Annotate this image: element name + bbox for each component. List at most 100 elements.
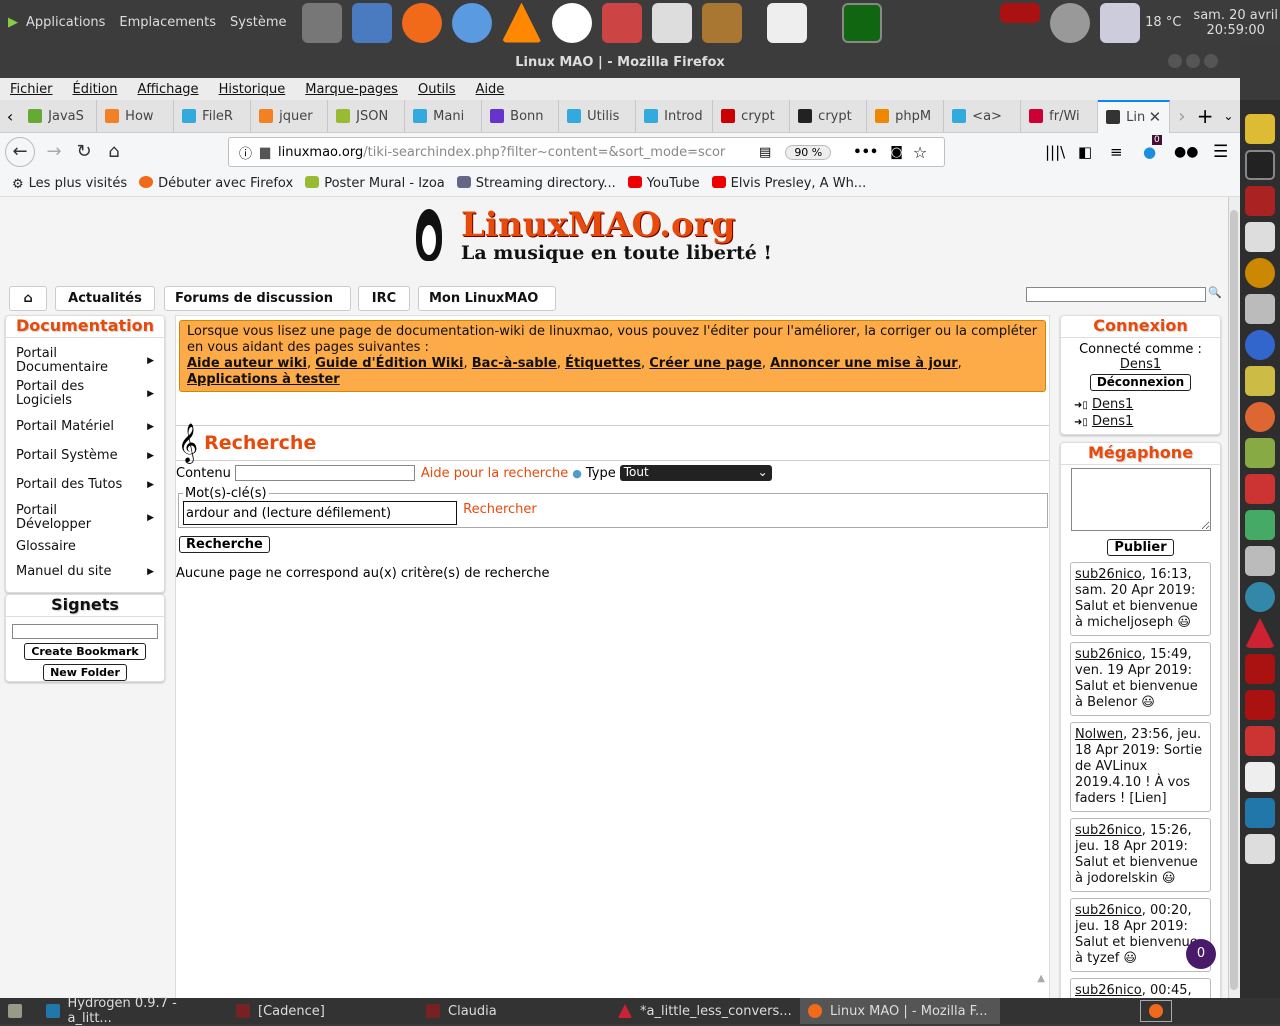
bookmark-elvis[interactable]: Elvis Presley, A Wh... [711,175,866,191]
tux-guitar-launcher-icon[interactable] [701,2,742,43]
bookmark-getting-started[interactable]: Débuter avec Firefox [139,175,293,191]
sidebar-item[interactable]: Portail Matériel ▶ [6,410,164,443]
audio-app-icon[interactable] [1245,330,1275,360]
task-cadence[interactable]: [Cadence] [228,998,418,1024]
notification-count-bubble[interactable]: 0 [1186,939,1216,969]
hamburger-menu-icon[interactable]: ☰ [1213,142,1228,162]
create-bookmark-button[interactable]: Create Bookmark [24,643,146,660]
library-icon[interactable]: |||\ [1045,143,1065,161]
package-launcher-icon[interactable] [601,2,642,43]
bookmark-poster-mural[interactable]: Poster Mural - Izoa [305,175,445,191]
bookmark-streaming[interactable]: Streaming directory... [456,175,616,191]
pocket-icon[interactable]: ◙ [890,145,903,160]
mixer-app-icon[interactable] [1245,510,1275,540]
hydrogen-app-icon[interactable] [1245,798,1275,828]
synth-app-icon[interactable] [1245,546,1275,576]
sidebar-item[interactable]: Manuel du site ▶ [6,559,164,584]
reader-view-icon[interactable]: ▤ [759,145,771,160]
nav-mon-linuxmao[interactable]: Mon LinuxMAO [418,286,556,311]
workspace-switcher[interactable] [1140,1000,1172,1022]
ghostery-icon[interactable]: ● 0 [1143,134,1162,161]
notice-link[interactable]: Aide auteur wiki [187,356,307,371]
guitar-app-icon[interactable] [1245,474,1275,504]
cadence-app-icon[interactable] [1245,654,1275,684]
recent-user-link[interactable]: Dens1 [1092,414,1133,429]
tab[interactable]: JavaS [20,99,98,133]
network-icon[interactable] [1100,2,1141,43]
panel-menu-applications[interactable]: Applications [26,15,105,30]
shout-user-link[interactable]: sub26nico [1075,983,1142,998]
keywords-input[interactable] [183,501,457,525]
url-bar[interactable]: ⓘ ▆ linuxmao.org/tiki-searchindex.php?fi… [228,137,945,167]
sidebar-item[interactable]: Portail Développer ▶ [6,501,164,534]
home-nav-button[interactable]: ⌂ [9,286,47,311]
shout-user-link[interactable]: sub26nico [1075,903,1142,918]
mixer-launcher-icon[interactable] [651,2,692,43]
tab[interactable]: Utilis [559,99,637,133]
maximize-button[interactable] [1186,54,1200,68]
content-input[interactable] [234,465,415,481]
forward-button[interactable]: → [39,141,69,162]
tab[interactable]: phpM [867,99,945,133]
new-folder-button[interactable]: New Folder [43,664,127,681]
gimp-launcher-icon[interactable] [301,2,342,43]
reload-button[interactable]: ↻ [69,141,99,162]
site-logo[interactable]: LinuxMAO.org La musique en toute liberté… [406,207,772,265]
notice-link[interactable]: Guide d'Édition Wiki [315,356,463,371]
cable-app-icon[interactable] [1245,366,1275,396]
page-actions-icon[interactable]: ••• [853,145,878,160]
music-note-app-icon[interactable] [1245,438,1275,468]
task-ardour[interactable]: *a_little_less_convers... [610,998,800,1024]
scroll-top-icon[interactable]: ▲ [1037,973,1045,984]
menu-affichage[interactable]: Affichage [137,82,198,97]
bookmark-star-icon[interactable]: ☆ [913,143,927,162]
back-button[interactable]: ← [5,136,35,167]
scrollbar-thumb[interactable] [1230,210,1238,990]
recent-user-link[interactable]: Dens1 [1092,397,1133,412]
tab[interactable]: Lin ✕ [1098,99,1171,133]
tab[interactable]: Bonn [482,99,560,133]
tab[interactable]: Mani [405,99,483,133]
user-link[interactable]: Dens1 [1120,357,1161,372]
logout-button[interactable]: Déconnexion [1089,374,1192,391]
extension-icon[interactable]: ●● [1174,144,1198,160]
rechercher-link[interactable]: Rechercher [463,502,537,517]
shout-user-link[interactable]: sub26nico [1075,567,1142,582]
vlc-launcher-icon[interactable] [501,2,542,43]
minimize-button[interactable] [1168,54,1182,68]
notice-link[interactable]: Étiquettes [565,356,641,371]
drop-app-icon[interactable] [1245,402,1275,432]
bookmark-most-visited[interactable]: ⚙ Les plus visités [12,176,127,192]
signets-input[interactable] [12,624,158,639]
task-firefox[interactable]: Linux MAO | - Mozilla F... [800,998,1000,1024]
sidebar-item[interactable]: Portail des Logiciels ▶ [6,377,164,410]
synced-tabs-icon[interactable]: ≡ [1110,143,1123,161]
root-terminal-app-icon[interactable] [1245,186,1275,216]
piano-app-icon[interactable] [1245,762,1275,792]
info-icon[interactable]: ⓘ [239,143,252,162]
terminal-app-icon[interactable] [1245,150,1275,180]
task-hydrogen[interactable]: Hydrogen 0.9.7 - a_litt... [38,996,228,1026]
tab[interactable]: crypt [790,99,868,133]
menu-aide[interactable]: Aide [476,82,505,97]
close-tab-icon[interactable]: ✕ [1149,108,1162,126]
panel-menu-system[interactable]: Système [230,15,286,30]
sidebar-item[interactable]: Portail des Tutos ▶ [6,468,164,501]
system-monitor-icon[interactable] [841,2,882,43]
task-claudia[interactable]: Claudia [418,998,610,1024]
text-editor-app-icon[interactable] [1245,222,1275,252]
notice-link[interactable]: Applications à tester [187,372,340,387]
audacity-launcher-icon[interactable] [551,2,592,43]
search-submit-button[interactable]: Recherche [179,536,270,553]
menu-outils[interactable]: Outils [418,82,456,97]
tab[interactable]: jquer [251,99,329,133]
firefox-launcher-icon[interactable] [401,2,442,43]
close-window-button[interactable] [1204,54,1218,68]
notice-link[interactable]: Annoncer une mise à jour [770,356,958,371]
megaphone-textarea[interactable] [1070,468,1211,531]
nav-forums[interactable]: Forums de discussion [164,286,351,311]
catia-app-icon[interactable] [1245,726,1275,756]
tab[interactable]: JSON [328,99,406,133]
type-select[interactable]: Tout ⌄ [619,465,772,481]
tab[interactable]: <a> [944,99,1022,133]
